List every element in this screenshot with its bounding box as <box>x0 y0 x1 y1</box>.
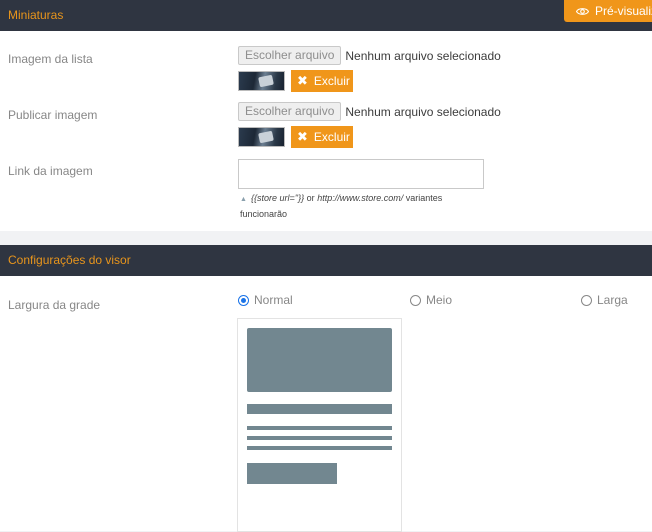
choose-file-button[interactable]: Escolher arquivo <box>238 102 342 121</box>
publish-image-label: Publicar imagem <box>8 108 98 122</box>
delete-label: Excluir <box>313 74 350 88</box>
image-link-label: Link da imagem <box>8 164 93 178</box>
section-title: Configurações do visor <box>8 253 131 267</box>
hint-code-store-url: {{store url=''}} <box>250 193 305 203</box>
radio-label: Normal <box>254 293 293 307</box>
file-status-text: Nenhum arquivo selecionado <box>345 104 501 119</box>
close-icon: ✖ <box>297 129 308 145</box>
thumbnails-panel: Imagem da lista Escolher arquivo Nenhum … <box>0 31 652 231</box>
delete-publish-image-button[interactable]: ✖ Excluir <box>291 126 353 148</box>
radio-button[interactable] <box>581 294 592 306</box>
preview-text-line <box>247 436 392 440</box>
list-image-file-input[interactable]: Escolher arquivo Nenhum arquivo selecion… <box>238 46 501 65</box>
close-icon: ✖ <box>297 73 308 89</box>
hint-code-url: http://www.store.com/ <box>317 193 404 203</box>
list-image-label: Imagem da lista <box>8 52 93 66</box>
preview-text-line <box>247 426 392 430</box>
preview-button[interactable]: Pré-visualizar <box>564 0 652 22</box>
section-header-thumbnails: Miniaturas <box>0 0 652 31</box>
eye-icon <box>576 7 589 15</box>
preview-title-bar <box>247 404 392 414</box>
triangle-icon: ▲ <box>240 196 247 203</box>
section-title: Miniaturas <box>8 8 64 22</box>
radio-label: Larga <box>597 293 628 307</box>
publish-image-thumbnail <box>238 127 285 147</box>
hint-or: or <box>304 193 318 203</box>
grid-width-label: Largura da grade <box>8 298 101 312</box>
delete-list-image-button[interactable]: ✖ Excluir <box>291 70 353 92</box>
display-settings-panel: Largura da grade Normal Meio Larga <box>0 276 652 532</box>
radio-label: Meio <box>426 293 453 307</box>
file-status-text: Nenhum arquivo selecionado <box>345 48 501 63</box>
image-link-hint: ▲ {{store url=''}} or http://www.store.co… <box>240 191 480 221</box>
publish-image-file-input[interactable]: Escolher arquivo Nenhum arquivo selecion… <box>238 102 501 121</box>
radio-wide[interactable]: Larga <box>581 293 628 307</box>
radio-button[interactable] <box>410 294 421 306</box>
radio-medium[interactable]: Meio <box>410 293 452 307</box>
radio-normal[interactable]: Normal <box>238 293 293 307</box>
radio-button[interactable] <box>238 294 249 306</box>
list-image-thumbnail <box>238 71 285 91</box>
preview-image-placeholder <box>247 328 392 392</box>
preview-text-line <box>247 446 392 450</box>
preview-button-label: Pré-visualizar <box>595 4 652 18</box>
section-header-display-settings: Configurações do visor <box>0 245 652 276</box>
image-link-input[interactable] <box>238 159 484 189</box>
delete-label: Excluir <box>313 130 350 144</box>
grid-width-preview-card <box>237 318 402 532</box>
preview-button-placeholder <box>247 463 337 484</box>
choose-file-button[interactable]: Escolher arquivo <box>238 46 342 65</box>
